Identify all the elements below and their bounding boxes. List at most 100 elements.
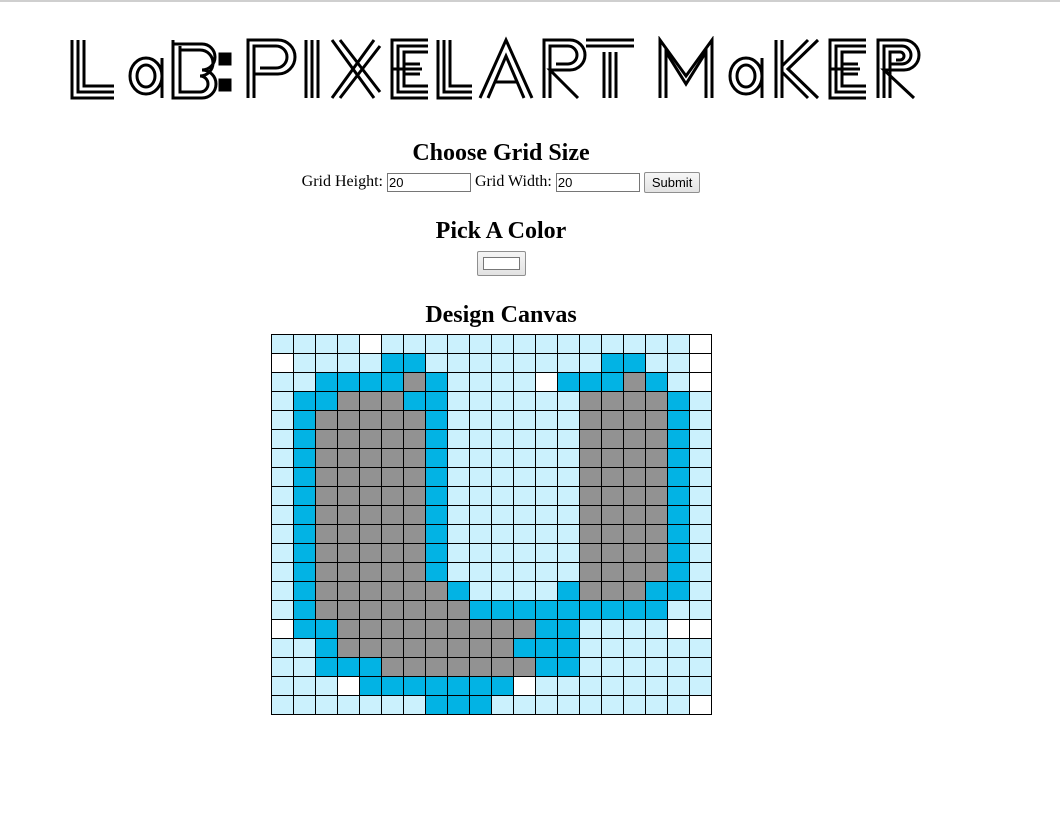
canvas-cell[interactable]	[315, 353, 338, 373]
canvas-cell[interactable]	[337, 372, 360, 392]
canvas-cell[interactable]	[689, 638, 712, 658]
canvas-cell[interactable]	[689, 600, 712, 620]
grid-width-input[interactable]	[555, 172, 640, 192]
canvas-cell[interactable]	[447, 695, 470, 715]
canvas-cell[interactable]	[403, 372, 426, 392]
canvas-cell[interactable]	[513, 505, 536, 525]
canvas-cell[interactable]	[579, 619, 602, 639]
canvas-cell[interactable]	[337, 562, 360, 582]
canvas-cell[interactable]	[381, 543, 404, 563]
canvas-cell[interactable]	[491, 391, 514, 411]
canvas-cell[interactable]	[645, 619, 668, 639]
canvas-cell[interactable]	[557, 543, 580, 563]
canvas-cell[interactable]	[601, 581, 624, 601]
canvas-cell[interactable]	[293, 638, 316, 658]
canvas-cell[interactable]	[535, 486, 558, 506]
canvas-cell[interactable]	[513, 524, 536, 544]
canvas-cell[interactable]	[315, 505, 338, 525]
canvas-cell[interactable]	[579, 600, 602, 620]
canvas-cell[interactable]	[425, 676, 448, 696]
canvas-cell[interactable]	[425, 562, 448, 582]
canvas-cell[interactable]	[469, 543, 492, 563]
canvas-cell[interactable]	[293, 391, 316, 411]
canvas-cell[interactable]	[623, 353, 646, 373]
canvas-cell[interactable]	[623, 524, 646, 544]
canvas-cell[interactable]	[601, 353, 624, 373]
canvas-cell[interactable]	[689, 657, 712, 677]
canvas-cell[interactable]	[513, 353, 536, 373]
canvas-cell[interactable]	[667, 372, 690, 392]
canvas-cell[interactable]	[535, 562, 558, 582]
canvas-cell[interactable]	[579, 467, 602, 487]
canvas-cell[interactable]	[513, 638, 536, 658]
canvas-cell[interactable]	[579, 657, 602, 677]
canvas-cell[interactable]	[557, 695, 580, 715]
canvas-cell[interactable]	[645, 448, 668, 468]
canvas-cell[interactable]	[425, 353, 448, 373]
canvas-cell[interactable]	[667, 562, 690, 582]
canvas-cell[interactable]	[381, 429, 404, 449]
canvas-cell[interactable]	[667, 334, 690, 354]
canvas-cell[interactable]	[403, 619, 426, 639]
canvas-cell[interactable]	[491, 467, 514, 487]
canvas-cell[interactable]	[271, 562, 294, 582]
canvas-cell[interactable]	[381, 695, 404, 715]
canvas-cell[interactable]	[513, 543, 536, 563]
canvas-cell[interactable]	[535, 505, 558, 525]
canvas-cell[interactable]	[359, 562, 382, 582]
canvas-cell[interactable]	[557, 657, 580, 677]
canvas-cell[interactable]	[315, 467, 338, 487]
canvas-cell[interactable]	[689, 353, 712, 373]
canvas-cell[interactable]	[381, 676, 404, 696]
canvas-cell[interactable]	[513, 600, 536, 620]
canvas-cell[interactable]	[315, 391, 338, 411]
canvas-cell[interactable]	[645, 410, 668, 430]
canvas-cell[interactable]	[579, 372, 602, 392]
canvas-cell[interactable]	[535, 543, 558, 563]
canvas-cell[interactable]	[601, 448, 624, 468]
canvas-cell[interactable]	[535, 410, 558, 430]
canvas-cell[interactable]	[513, 486, 536, 506]
canvas-cell[interactable]	[425, 391, 448, 411]
canvas-cell[interactable]	[689, 524, 712, 544]
canvas-cell[interactable]	[293, 334, 316, 354]
canvas-cell[interactable]	[359, 676, 382, 696]
canvas-cell[interactable]	[557, 524, 580, 544]
canvas-cell[interactable]	[447, 505, 470, 525]
canvas-cell[interactable]	[315, 410, 338, 430]
canvas-cell[interactable]	[447, 581, 470, 601]
canvas-cell[interactable]	[689, 676, 712, 696]
canvas-cell[interactable]	[337, 467, 360, 487]
canvas-cell[interactable]	[645, 391, 668, 411]
canvas-cell[interactable]	[447, 448, 470, 468]
canvas-cell[interactable]	[337, 657, 360, 677]
canvas-cell[interactable]	[337, 448, 360, 468]
canvas-cell[interactable]	[557, 372, 580, 392]
canvas-cell[interactable]	[403, 524, 426, 544]
canvas-cell[interactable]	[381, 562, 404, 582]
canvas-cell[interactable]	[293, 657, 316, 677]
canvas-cell[interactable]	[359, 334, 382, 354]
canvas-cell[interactable]	[557, 600, 580, 620]
canvas-cell[interactable]	[557, 334, 580, 354]
canvas-cell[interactable]	[315, 334, 338, 354]
canvas-cell[interactable]	[293, 562, 316, 582]
canvas-cell[interactable]	[623, 410, 646, 430]
canvas-cell[interactable]	[689, 562, 712, 582]
canvas-cell[interactable]	[513, 372, 536, 392]
canvas-cell[interactable]	[271, 657, 294, 677]
canvas-cell[interactable]	[513, 391, 536, 411]
canvas-cell[interactable]	[579, 410, 602, 430]
canvas-cell[interactable]	[667, 619, 690, 639]
canvas-cell[interactable]	[337, 619, 360, 639]
canvas-cell[interactable]	[645, 657, 668, 677]
canvas-cell[interactable]	[601, 429, 624, 449]
canvas-cell[interactable]	[623, 486, 646, 506]
canvas-cell[interactable]	[557, 486, 580, 506]
canvas-cell[interactable]	[293, 581, 316, 601]
canvas-cell[interactable]	[601, 524, 624, 544]
canvas-cell[interactable]	[271, 676, 294, 696]
canvas-cell[interactable]	[271, 638, 294, 658]
canvas-cell[interactable]	[359, 524, 382, 544]
canvas-cell[interactable]	[425, 486, 448, 506]
